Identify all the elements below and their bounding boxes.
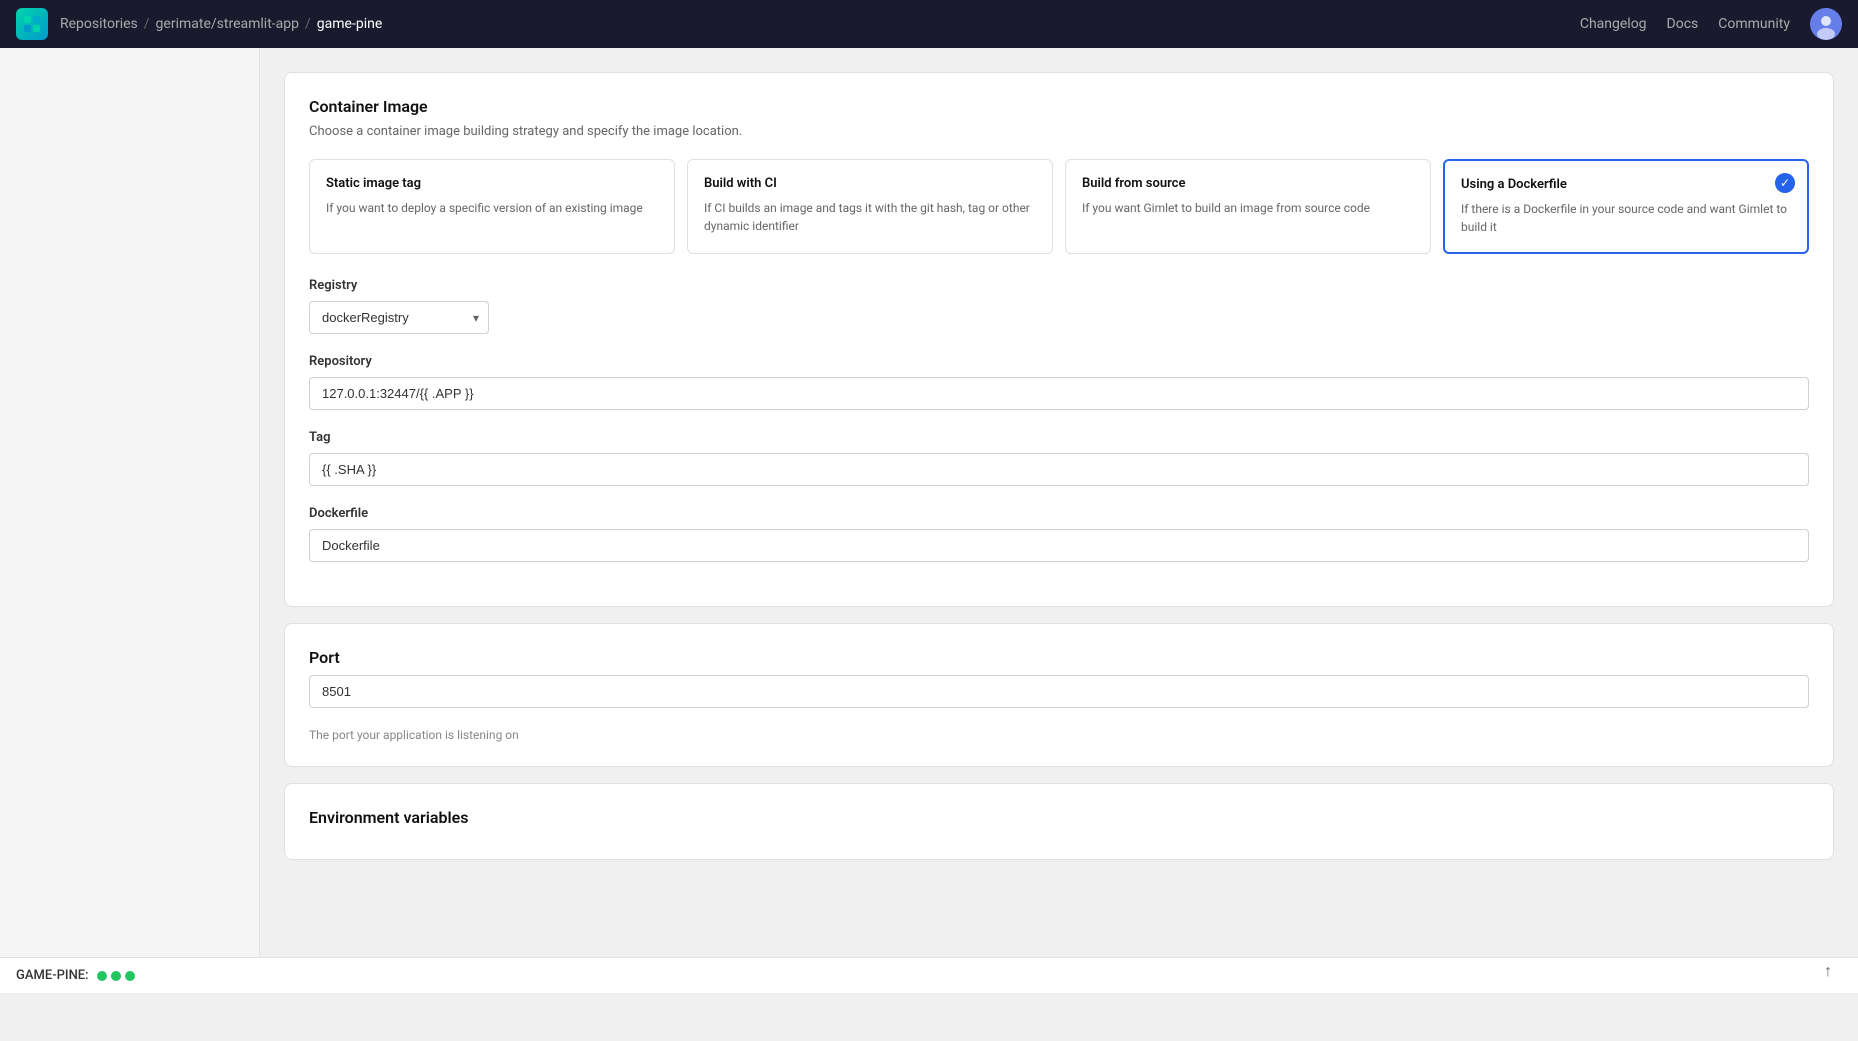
env-vars-card: Environment variables [284, 783, 1834, 860]
breadcrumb-repositories[interactable]: Repositories [60, 16, 138, 32]
strategy-ci-title: Build with CI [704, 176, 1036, 191]
container-image-subtitle: Choose a container image building strate… [309, 124, 1809, 139]
top-navigation: Repositories / gerimate/streamlit-app / … [0, 0, 1858, 48]
strategy-source-desc: If you want Gimlet to build an image fro… [1082, 199, 1414, 217]
strategy-grid: Static image tag If you want to deploy a… [309, 159, 1809, 254]
strategy-ci-desc: If CI builds an image and tags it with t… [704, 199, 1036, 235]
port-title: Port [309, 648, 1809, 667]
registry-select-wrapper: dockerRegistry ecr gcr acr ▾ [309, 301, 489, 334]
tag-field: Tag [309, 430, 1809, 486]
registry-field: Registry dockerRegistry ecr gcr acr ▾ [309, 278, 1809, 334]
breadcrumb: Repositories / gerimate/streamlit-app / … [60, 16, 1580, 32]
strategy-dockerfile-desc: If there is a Dockerfile in your source … [1461, 200, 1791, 236]
strategy-dockerfile[interactable]: ✓ Using a Dockerfile If there is a Docke… [1443, 159, 1809, 254]
port-hint: The port your application is listening o… [309, 728, 1809, 742]
strategy-static-title: Static image tag [326, 176, 658, 191]
strategy-dockerfile-title: Using a Dockerfile [1461, 177, 1791, 192]
status-dot-3 [125, 971, 135, 981]
tag-label: Tag [309, 430, 1809, 445]
breadcrumb-sep-1: / [144, 16, 150, 32]
breadcrumb-current: game-pine [317, 16, 382, 32]
registry-label: Registry [309, 278, 1809, 293]
port-field [309, 675, 1809, 708]
repository-input[interactable] [309, 377, 1809, 410]
avatar[interactable] [1810, 8, 1842, 40]
app-logo[interactable] [16, 8, 48, 40]
breadcrumb-repo[interactable]: gerimate/streamlit-app [156, 16, 299, 32]
strategy-source-title: Build from source [1082, 176, 1414, 191]
repository-field: Repository [309, 354, 1809, 410]
main-content: Container Image Choose a container image… [260, 48, 1858, 993]
repository-label: Repository [309, 354, 1809, 369]
dockerfile-input[interactable] [309, 529, 1809, 562]
tag-input[interactable] [309, 453, 1809, 486]
status-dots [97, 971, 135, 981]
status-dot-1 [97, 971, 107, 981]
strategy-build-source[interactable]: Build from source If you want Gimlet to … [1065, 159, 1431, 254]
community-link[interactable]: Community [1718, 16, 1790, 32]
status-dot-2 [111, 971, 121, 981]
breadcrumb-sep-2: / [305, 16, 311, 32]
changelog-link[interactable]: Changelog [1580, 16, 1647, 32]
scroll-to-top-button[interactable]: ↑ [1814, 957, 1842, 985]
dockerfile-field: Dockerfile [309, 506, 1809, 562]
registry-select[interactable]: dockerRegistry ecr gcr acr [309, 301, 489, 334]
sidebar [0, 48, 260, 993]
strategy-static-image-tag[interactable]: Static image tag If you want to deploy a… [309, 159, 675, 254]
dockerfile-label: Dockerfile [309, 506, 1809, 521]
container-image-title: Container Image [309, 97, 1809, 116]
env-vars-title: Environment variables [309, 808, 1809, 827]
port-input[interactable] [309, 675, 1809, 708]
status-app-name: GAME-PINE: [16, 968, 89, 983]
strategy-build-ci[interactable]: Build with CI If CI builds an image and … [687, 159, 1053, 254]
container-image-card: Container Image Choose a container image… [284, 72, 1834, 607]
docs-link[interactable]: Docs [1667, 16, 1699, 32]
status-bar: GAME-PINE: [0, 957, 1858, 993]
nav-links: Changelog Docs Community [1580, 8, 1842, 40]
strategy-static-desc: If you want to deploy a specific version… [326, 199, 658, 217]
port-card: Port The port your application is listen… [284, 623, 1834, 767]
strategy-selected-check: ✓ [1775, 173, 1795, 193]
